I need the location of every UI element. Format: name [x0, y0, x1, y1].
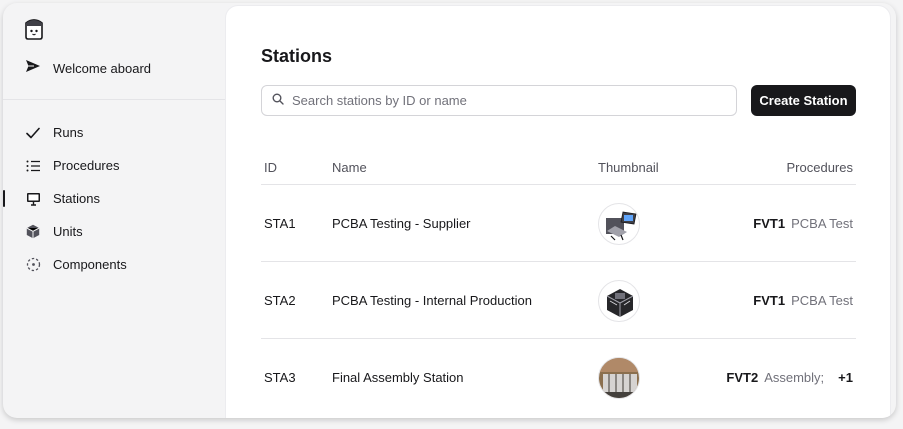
sidebar-item-label: Units [53, 224, 83, 239]
table-row[interactable]: STA1 PCBA Testing - Supplier FVT1 PCBA T… [261, 185, 856, 262]
search-icon [272, 92, 284, 110]
table-row[interactable]: STA3 Final Assembly Station FVT2 Assembl… [261, 339, 856, 416]
procedures-cell: FVT2 Assembly; +1 [726, 370, 853, 385]
sidebar-nav: Runs Procedures Stations Units Component… [3, 116, 225, 281]
welcome-link[interactable]: Welcome aboard [25, 59, 151, 78]
table-row[interactable]: STA2 PCBA Testing - Internal Production … [261, 262, 856, 339]
column-header-name[interactable]: Name [332, 160, 367, 175]
sidebar-item-label: Components [53, 257, 127, 272]
create-station-button[interactable]: Create Station [751, 85, 856, 116]
main-panel: Stations Create Station ID Name Thumbnai… [226, 6, 890, 418]
procedure-name: PCBA Test [791, 216, 853, 231]
station-name: Final Assembly Station [332, 370, 464, 385]
page-title: Stations [261, 46, 333, 66]
sidebar-item-label: Runs [53, 125, 84, 140]
station-name: PCBA Testing - Supplier [332, 216, 471, 231]
procedures-cell: FVT1 PCBA Test [753, 216, 853, 231]
app-logo[interactable] [23, 15, 45, 41]
component-icon [25, 257, 41, 273]
procedures-cell: FVT1 PCBA Test [753, 293, 853, 308]
column-header-thumbnail: Thumbnail [598, 160, 659, 175]
procedure-name: PCBA Test [791, 293, 853, 308]
station-name: PCBA Testing - Internal Production [332, 293, 532, 308]
more-procedures-badge[interactable]: +1 [838, 370, 853, 385]
search-input[interactable] [292, 93, 712, 108]
sidebar-item-components[interactable]: Components [3, 248, 225, 281]
column-header-id[interactable]: ID [264, 160, 277, 175]
cube-icon [25, 224, 41, 240]
station-thumbnail [598, 203, 640, 245]
stations-table: ID Name Thumbnail Procedures STA1 PCBA T… [261, 148, 856, 416]
table-header: ID Name Thumbnail Procedures [261, 148, 856, 185]
column-header-procedures: Procedures [786, 160, 853, 175]
sidebar-item-procedures[interactable]: Procedures [3, 149, 225, 182]
search-box[interactable] [261, 85, 737, 116]
welcome-label: Welcome aboard [53, 61, 152, 76]
procedure-code[interactable]: FVT2 [726, 370, 758, 385]
procedure-code[interactable]: FVT1 [753, 216, 785, 231]
station-thumbnail [598, 280, 640, 322]
station-id: STA2 [264, 293, 296, 308]
monitor-icon [25, 191, 41, 207]
procedure-name: Assembly; [764, 370, 825, 385]
sidebar-item-label: Stations [53, 191, 100, 206]
sidebar-item-label: Procedures [53, 158, 120, 173]
list-icon [25, 158, 41, 174]
sidebar-item-runs[interactable]: Runs [3, 116, 225, 149]
sidebar-item-units[interactable]: Units [3, 215, 225, 248]
station-thumbnail [598, 357, 640, 399]
app-window: Welcome aboard Runs Procedures Stations [3, 3, 896, 418]
sidebar-item-stations[interactable]: Stations [3, 182, 225, 215]
procedure-code[interactable]: FVT1 [753, 293, 785, 308]
station-id: STA1 [264, 216, 296, 231]
sidebar: Welcome aboard Runs Procedures Stations [3, 3, 225, 418]
sidebar-divider [3, 99, 225, 100]
send-icon [25, 59, 41, 78]
station-id: STA3 [264, 370, 296, 385]
check-icon [25, 125, 41, 141]
